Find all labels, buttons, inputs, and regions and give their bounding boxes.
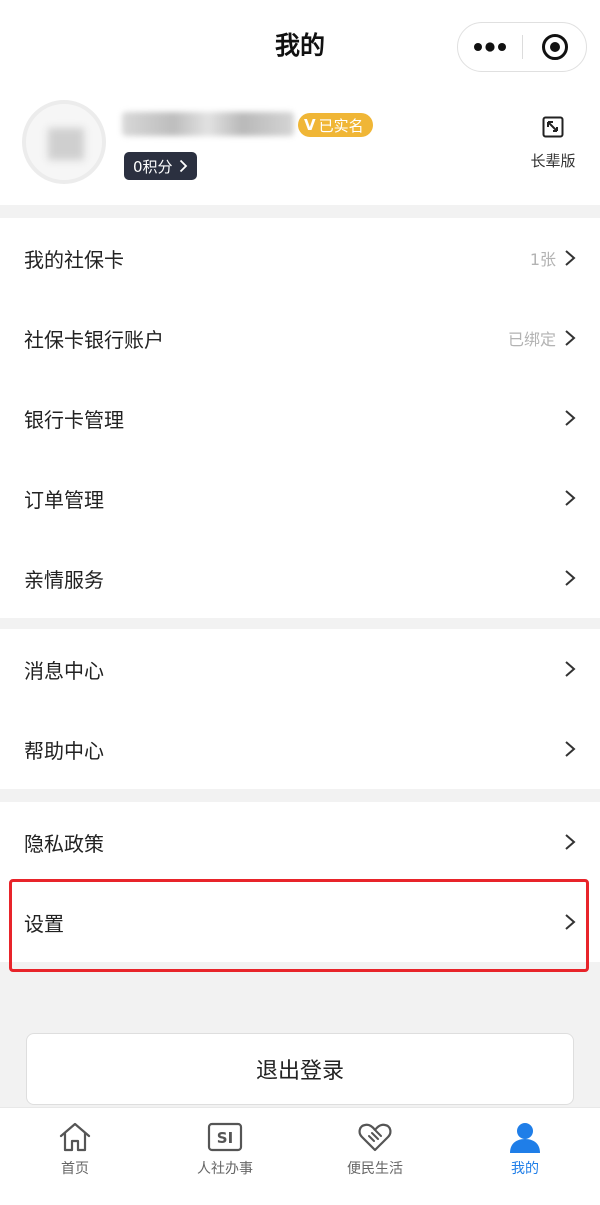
menu-item-label: 我的社保卡 [24,247,124,272]
menu-item-message-center[interactable]: 消息中心 [0,629,600,709]
person-icon [510,1123,540,1153]
verified-label: 已实名 [318,116,364,135]
tab-convenience-life[interactable]: 便民生活 [300,1108,450,1205]
elder-mode-button[interactable]: 长辈版 [524,116,582,171]
chevron-right-icon [564,248,578,268]
menu-item-privacy-policy[interactable]: 隐私政策 [0,802,600,882]
bottom-tab-bar: 首页 SI 人社办事 便民生活 我的 [0,1107,600,1205]
menu-item-family-service[interactable]: 亲情服务 [0,538,600,618]
settings-highlight-box [9,879,589,972]
points-button[interactable]: 0积分 [124,152,197,180]
chevron-right-icon [564,832,578,852]
tab-social-services[interactable]: SI 人社办事 [150,1108,300,1205]
svg-text:SI: SI [217,1129,233,1147]
tab-home[interactable]: 首页 [0,1108,150,1205]
chevron-right-icon [564,408,578,428]
menu-item-social-security-card[interactable]: 我的社保卡 1张 [0,218,600,298]
tab-label: 便民生活 [347,1161,403,1177]
chevron-right-icon [564,328,578,348]
menu-item-value: 1张 [529,250,556,269]
menu-item-label: 订单管理 [24,487,104,512]
tab-mine[interactable]: 我的 [450,1108,600,1205]
chevron-right-icon [564,568,578,588]
menu-item-help-center[interactable]: 帮助中心 [0,709,600,789]
menu-item-bank-account[interactable]: 社保卡银行账户 已绑定 [0,298,600,378]
menu-group-account: 我的社保卡 1张 社保卡银行账户 已绑定 银行卡管理 订单管理 亲情服务 [0,218,600,618]
menu-item-order-management[interactable]: 订单管理 [0,458,600,538]
chevron-right-icon [564,659,578,679]
handshake-heart-icon [358,1123,392,1152]
points-label: 0积分 [133,157,173,176]
verified-badge: V 已实名 [298,113,373,137]
home-icon [59,1122,91,1152]
tab-label: 我的 [511,1161,539,1177]
tab-label: 人社办事 [197,1161,253,1177]
profile-header: 我的 V 已实名 0积分 长辈版 [0,0,600,205]
tab-label: 首页 [61,1161,89,1177]
user-name-blurred [122,112,294,136]
menu-item-label: 亲情服务 [24,567,104,592]
menu-item-value: 已绑定 [507,330,556,349]
chevron-right-icon [564,488,578,508]
menu-item-label: 消息中心 [24,658,104,683]
menu-item-label: 银行卡管理 [24,407,124,432]
si-icon: SI [207,1122,243,1152]
menu-item-label: 帮助中心 [24,738,104,763]
elder-mode-label: 长辈版 [530,152,576,170]
close-target-icon[interactable] [523,33,586,61]
menu-item-label: 隐私政策 [24,831,104,856]
menu-item-label: 社保卡银行账户 [24,327,164,352]
logout-button[interactable]: 退出登录 [26,1033,574,1105]
avatar[interactable] [22,100,106,184]
more-icon[interactable] [458,42,522,52]
expand-icon [542,116,564,138]
menu-group-support: 消息中心 帮助中心 [0,629,600,789]
verified-v-icon: V [304,116,316,134]
chevron-right-icon [179,159,187,173]
mini-program-capsule [457,22,587,72]
chevron-right-icon [564,739,578,759]
menu-item-bank-card-management[interactable]: 银行卡管理 [0,378,600,458]
